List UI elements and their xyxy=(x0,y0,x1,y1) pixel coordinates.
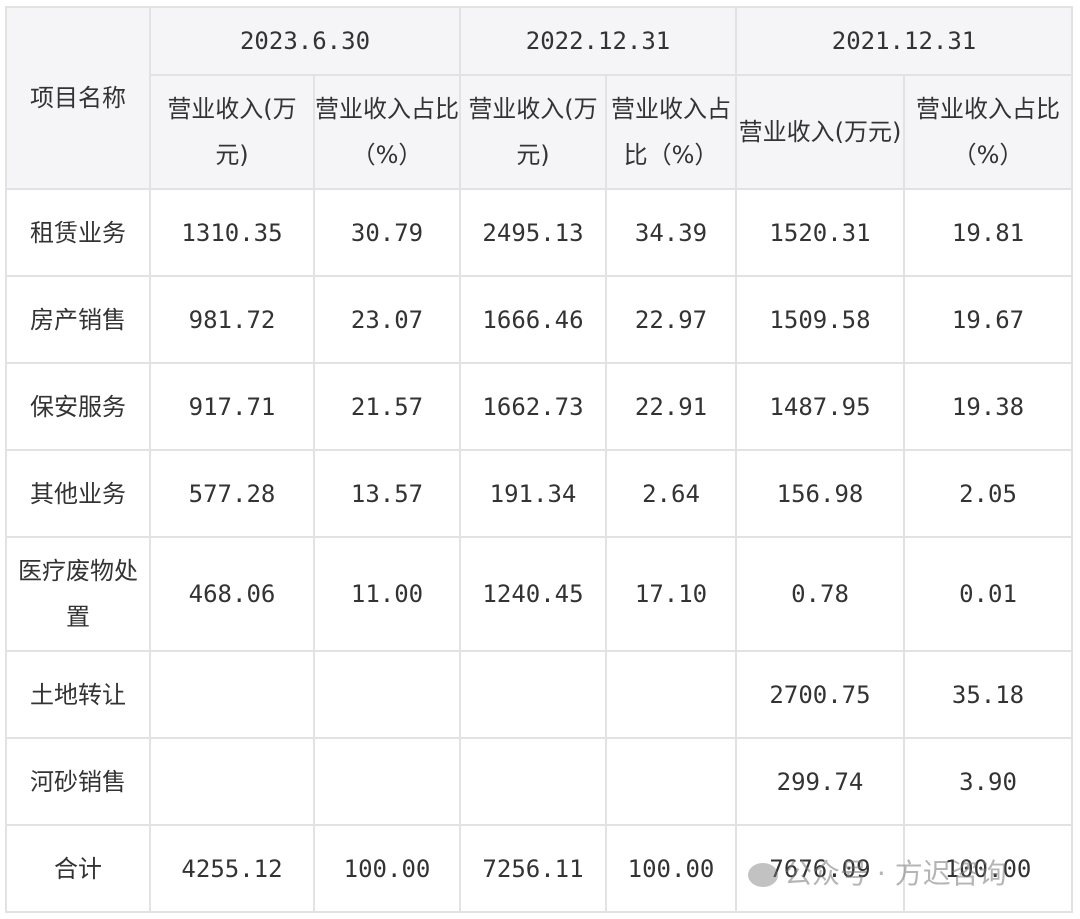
table-row: 租赁业务 1310.35 30.79 2495.13 34.39 1520.31… xyxy=(5,188,1073,277)
cell-value: 22.97 xyxy=(605,275,737,364)
table-row: 其他业务 577.28 13.57 191.34 2.64 156.98 2.0… xyxy=(5,449,1073,538)
cell-value: 156.98 xyxy=(735,449,905,538)
header-period-2021: 2021.12.31 xyxy=(735,6,1073,76)
row-name: 租赁业务 xyxy=(5,188,151,277)
cell-value: 299.74 xyxy=(735,737,905,826)
cell-value: 7256.11 xyxy=(459,824,607,913)
header-share: 营业收入占比（%） xyxy=(903,74,1073,190)
cell-value: 981.72 xyxy=(149,275,315,364)
cell-value: 1509.58 xyxy=(735,275,905,364)
row-name: 土地转让 xyxy=(5,650,151,739)
cell-value: 34.39 xyxy=(605,188,737,277)
cell-value: 19.67 xyxy=(903,275,1073,364)
table-row: 河砂销售 299.74 3.90 xyxy=(5,737,1073,826)
header-revenue: 营业收入(万元) xyxy=(149,74,315,190)
cell-value: 2.64 xyxy=(605,449,737,538)
cell-value: 2.05 xyxy=(903,449,1073,538)
cell-value: 0.78 xyxy=(735,536,905,652)
cell-value: 1666.46 xyxy=(459,275,607,364)
cell-value xyxy=(149,737,315,826)
cell-value xyxy=(605,737,737,826)
cell-value: 23.07 xyxy=(313,275,461,364)
cell-value: 19.81 xyxy=(903,188,1073,277)
cell-value xyxy=(313,737,461,826)
cell-value: 13.57 xyxy=(313,449,461,538)
cell-value: 1240.45 xyxy=(459,536,607,652)
cell-value: 7676.09 xyxy=(735,824,905,913)
cell-value: 2700.75 xyxy=(735,650,905,739)
row-name: 房产销售 xyxy=(5,275,151,364)
header-period-2022: 2022.12.31 xyxy=(459,6,737,76)
table-row-total: 合计 4255.12 100.00 7256.11 100.00 7676.09… xyxy=(5,824,1073,913)
table-row: 土地转让 2700.75 35.18 xyxy=(5,650,1073,739)
row-name: 河砂销售 xyxy=(5,737,151,826)
cell-value: 22.91 xyxy=(605,362,737,451)
cell-value: 1310.35 xyxy=(149,188,315,277)
header-share: 营业收入占比（%） xyxy=(605,74,737,190)
cell-value: 21.57 xyxy=(313,362,461,451)
cell-value: 17.10 xyxy=(605,536,737,652)
cell-value: 11.00 xyxy=(313,536,461,652)
cell-value: 468.06 xyxy=(149,536,315,652)
cell-value: 577.28 xyxy=(149,449,315,538)
cell-value: 1487.95 xyxy=(735,362,905,451)
cell-value: 917.71 xyxy=(149,362,315,451)
header-revenue: 营业收入(万元) xyxy=(459,74,607,190)
cell-value: 19.38 xyxy=(903,362,1073,451)
cell-value: 35.18 xyxy=(903,650,1073,739)
row-name: 保安服务 xyxy=(5,362,151,451)
cell-value xyxy=(459,737,607,826)
row-name: 其他业务 xyxy=(5,449,151,538)
revenue-table: 项目名称 2023.6.30 2022.12.31 2021.12.31 营业收… xyxy=(5,6,1073,913)
cell-value: 100.00 xyxy=(903,824,1073,913)
header-item-name: 项目名称 xyxy=(5,6,151,190)
cell-value xyxy=(149,650,315,739)
row-name: 合计 xyxy=(5,824,151,913)
cell-value: 1662.73 xyxy=(459,362,607,451)
cell-value: 4255.12 xyxy=(149,824,315,913)
cell-value: 2495.13 xyxy=(459,188,607,277)
cell-value xyxy=(459,650,607,739)
header-period-2023: 2023.6.30 xyxy=(149,6,461,76)
cell-value xyxy=(313,650,461,739)
header-share: 营业收入占比（%） xyxy=(313,74,461,190)
cell-value: 1520.31 xyxy=(735,188,905,277)
cell-value: 0.01 xyxy=(903,536,1073,652)
table-row: 医疗废物处置 468.06 11.00 1240.45 17.10 0.78 0… xyxy=(5,536,1073,652)
cell-value: 30.79 xyxy=(313,188,461,277)
cell-value xyxy=(605,650,737,739)
header-revenue: 营业收入(万元) xyxy=(735,74,905,190)
row-name: 医疗废物处置 xyxy=(5,536,151,652)
cell-value: 100.00 xyxy=(605,824,737,913)
cell-value: 3.90 xyxy=(903,737,1073,826)
table-row: 保安服务 917.71 21.57 1662.73 22.91 1487.95 … xyxy=(5,362,1073,451)
cell-value: 100.00 xyxy=(313,824,461,913)
cell-value: 191.34 xyxy=(459,449,607,538)
table-row: 房产销售 981.72 23.07 1666.46 22.97 1509.58 … xyxy=(5,275,1073,364)
